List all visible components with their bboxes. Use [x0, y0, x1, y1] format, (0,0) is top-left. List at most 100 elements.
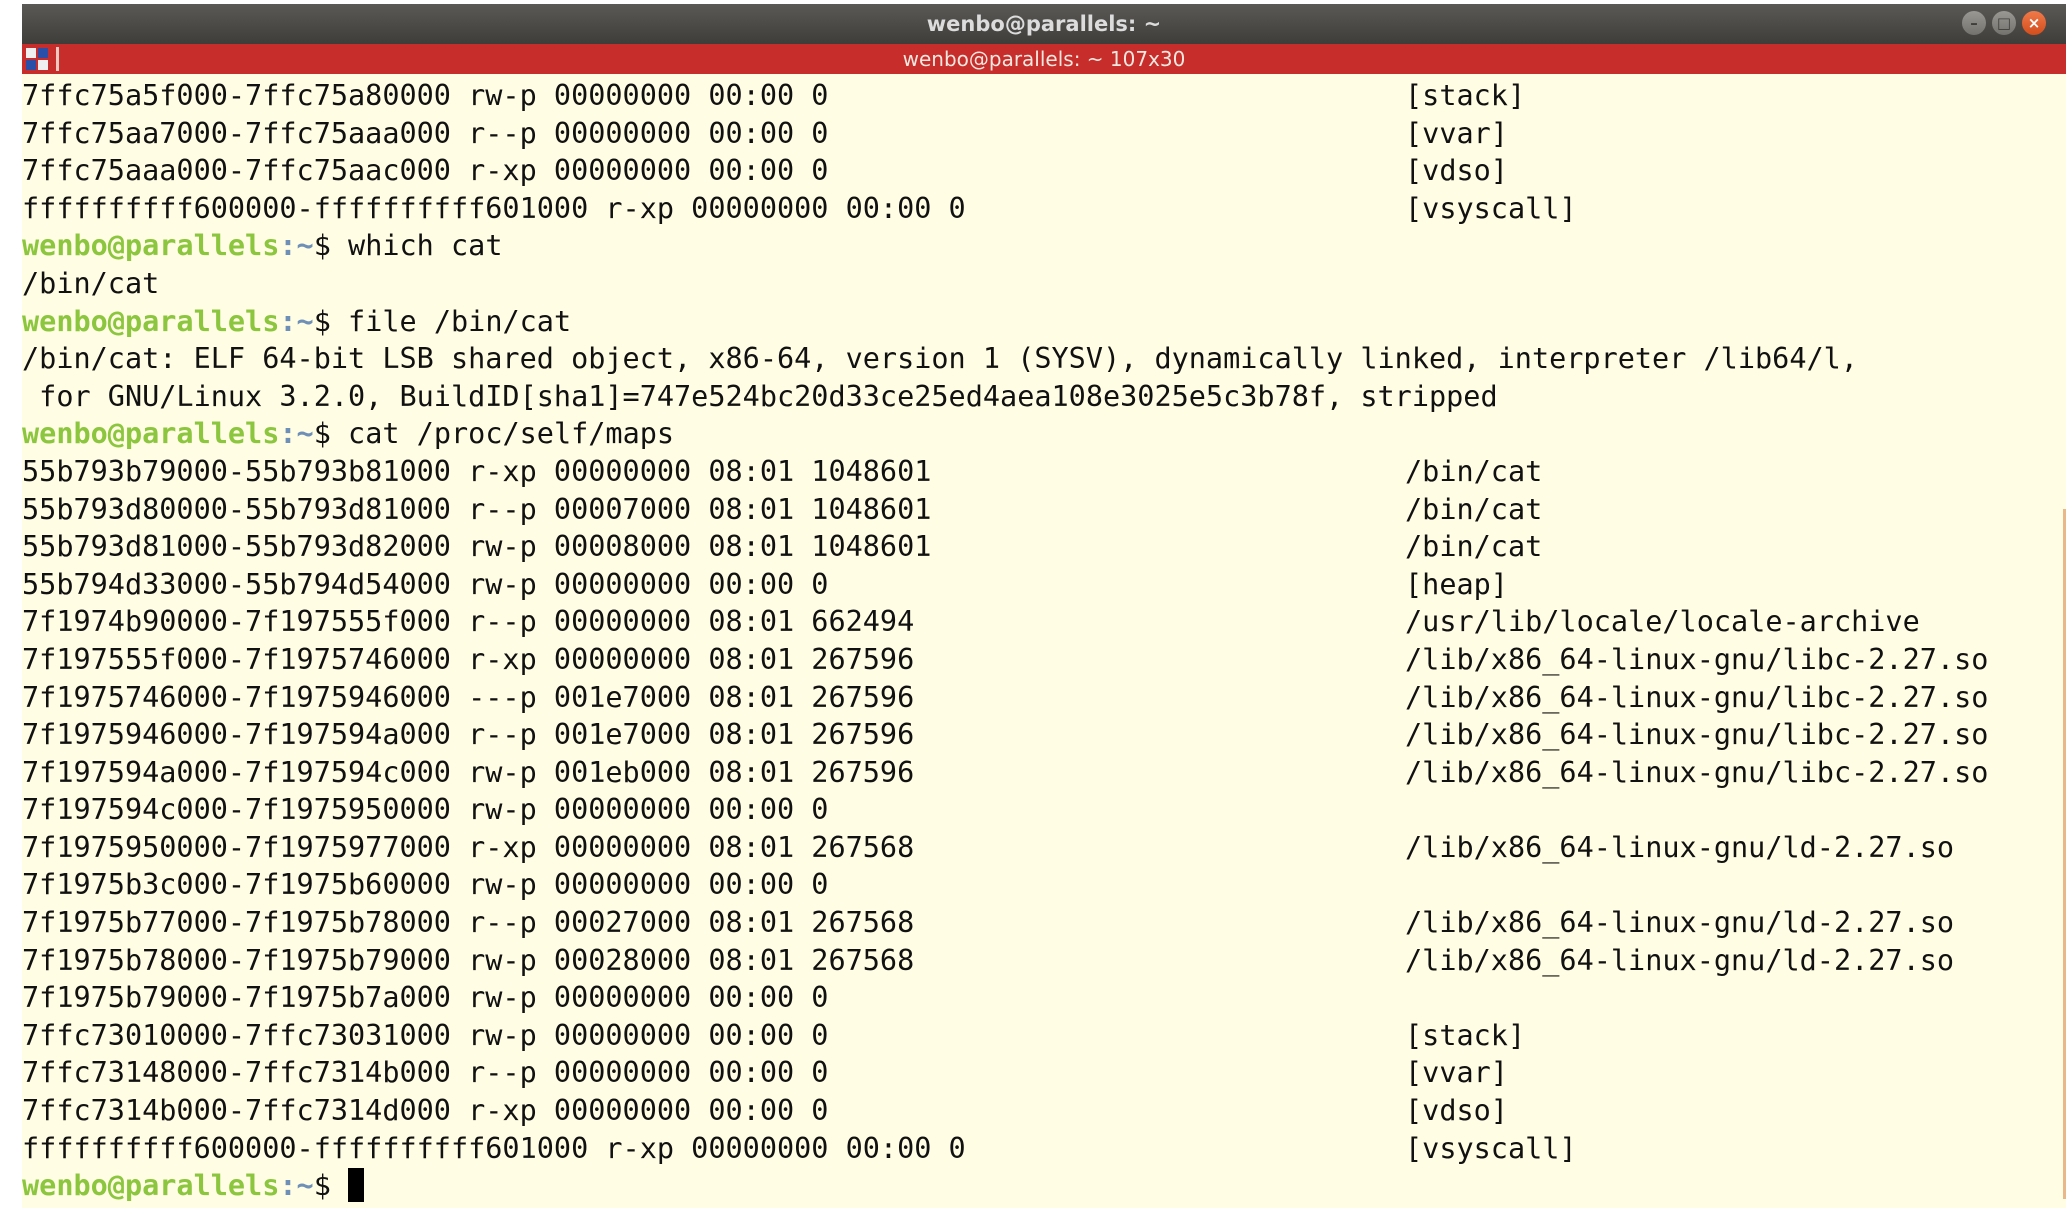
map-pathname: [vvar]: [1405, 116, 1508, 150]
command-text: file /bin/cat: [348, 304, 572, 338]
terminal-tab-bar[interactable]: wenbo@parallels: ~ 107x30: [22, 44, 2066, 74]
command-line: wenbo@parallels:~$ cat /proc/self/maps: [22, 415, 2042, 453]
memory-map-line: 7f197594c000-7f1975950000 rw-p 00000000 …: [22, 791, 2042, 829]
map-pathname: [stack]: [1405, 79, 1526, 112]
prompt-path: :~: [279, 1169, 314, 1203]
maximize-button[interactable]: □: [1992, 11, 2016, 35]
map-pathname: [stack]: [1405, 1018, 1526, 1052]
map-entry: 7ffc73010000-7ffc73031000 rw-p 00000000 …: [22, 1018, 829, 1052]
prompt-user: wenbo@parallels: [22, 417, 280, 451]
map-pathname: [vdso]: [1405, 154, 1508, 188]
memory-map-line: 55b793b79000-55b793b81000 r-xp 00000000 …: [22, 453, 2042, 491]
memory-map-line: 7f197594a000-7f197594c000 rw-p 001eb000 …: [22, 754, 2042, 792]
command-line: wenbo@parallels:~$ file /bin/cat: [22, 303, 2042, 341]
output-line: /bin/cat: [22, 265, 2042, 303]
prompt-path: :~: [279, 304, 314, 338]
memory-map-line: 7f1975746000-7f1975946000 ---p 001e7000 …: [22, 679, 2042, 717]
map-entry: 7ffc7314b000-7ffc7314d000 r-xp 00000000 …: [22, 1094, 829, 1128]
memory-map-line: 7f1975950000-7f1975977000 r-xp 00000000 …: [22, 829, 2042, 867]
terminal-output[interactable]: 7ffc75a5f000-7ffc75a80000 rw-p 00000000 …: [22, 77, 2042, 1208]
close-button[interactable]: ×: [2022, 11, 2046, 35]
map-pathname: /lib/x86_64-linux-gnu/libc-2.27.so: [1405, 680, 1989, 714]
map-pathname: /bin/cat: [1405, 492, 1543, 526]
output-line: for GNU/Linux 3.2.0, BuildID[sha1]=747e5…: [22, 378, 2042, 416]
map-pathname: [heap]: [1405, 567, 1508, 601]
map-pathname: [vsyscall]: [1405, 191, 1577, 225]
map-entry: 7f1975b3c000-7f1975b60000 rw-p 00000000 …: [22, 868, 829, 902]
map-entry: 7f1974b90000-7f197555f000 r--p 00000000 …: [22, 605, 915, 639]
map-pathname: /bin/cat: [1405, 454, 1543, 488]
map-entry: 7f1975b77000-7f1975b78000 r--p 00027000 …: [22, 906, 915, 940]
desktop-margin: [0, 0, 22, 1212]
map-entry: 7f197594a000-7f197594c000 rw-p 001eb000 …: [22, 755, 915, 789]
memory-map-line: 7f1975b3c000-7f1975b60000 rw-p 00000000 …: [22, 866, 2042, 904]
map-pathname: /lib/x86_64-linux-gnu/libc-2.27.so: [1405, 718, 1989, 752]
memory-map-line: 55b793d81000-55b793d82000 rw-p 00008000 …: [22, 528, 2042, 566]
command-text: which cat: [348, 229, 503, 263]
map-pathname: /lib/x86_64-linux-gnu/libc-2.27.so: [1405, 755, 1989, 789]
map-entry: 55b793b79000-55b793b81000 r-xp 00000000 …: [22, 454, 932, 488]
map-entry: 7f197594c000-7f1975950000 rw-p 00000000 …: [22, 793, 829, 827]
map-pathname: [vsyscall]: [1405, 1131, 1577, 1165]
map-entry: 7f1975950000-7f1975977000 r-xp 00000000 …: [22, 830, 915, 864]
map-entry: 7f197555f000-7f1975746000 r-xp 00000000 …: [22, 642, 915, 676]
map-entry: ffffffffff600000-ffffffffff601000 r-xp 0…: [22, 191, 966, 225]
map-entry: 55b793d81000-55b793d82000 rw-p 00008000 …: [22, 530, 932, 564]
output-text: /bin/cat: ELF 64-bit LSB shared object, …: [22, 342, 1858, 376]
text-cursor: [348, 1168, 365, 1203]
map-pathname: /bin/cat: [1405, 530, 1543, 564]
map-pathname: /lib/x86_64-linux-gnu/ld-2.27.so: [1405, 906, 1955, 940]
prompt-path: :~: [279, 229, 314, 263]
map-entry: ffffffffff600000-ffffffffff601000 r-xp 0…: [22, 1131, 966, 1165]
memory-map-line: 7f1975b79000-7f1975b7a000 rw-p 00000000 …: [22, 979, 2042, 1017]
output-text: /bin/cat: [22, 266, 160, 300]
command-line: wenbo@parallels:~$ which cat: [22, 227, 2042, 265]
map-pathname: /lib/x86_64-linux-gnu/ld-2.27.so: [1405, 943, 1955, 977]
memory-map-line: 7f1975b77000-7f1975b78000 r--p 00027000 …: [22, 904, 2042, 942]
memory-map-line: 7ffc75aaa000-7ffc75aac000 r-xp 00000000 …: [22, 152, 2042, 190]
memory-map-line: 55b794d33000-55b794d54000 rw-p 00000000 …: [22, 566, 2042, 604]
memory-map-line: 7f1974b90000-7f197555f000 r--p 00000000 …: [22, 603, 2042, 641]
map-entry: 7f1975946000-7f197594a000 r--p 001e7000 …: [22, 718, 915, 752]
memory-map-line: 7ffc73010000-7ffc73031000 rw-p 00000000 …: [22, 1017, 2042, 1055]
memory-map-line: 7ffc75a5f000-7ffc75a80000 rw-p 00000000 …: [22, 77, 2042, 115]
map-entry: 7ffc75aa7000-7ffc75aaa000 r--p 00000000 …: [22, 116, 829, 150]
current-prompt: wenbo@parallels:~$: [22, 1167, 2042, 1205]
memory-map-line: 55b793d80000-55b793d81000 r--p 00007000 …: [22, 491, 2042, 529]
map-pathname: /usr/lib/locale/locale-archive: [1405, 605, 1920, 639]
command-text: cat /proc/self/maps: [348, 417, 675, 451]
memory-map-line: 7ffc73148000-7ffc7314b000 r--p 00000000 …: [22, 1054, 2042, 1092]
window-controls: – □ ×: [1962, 11, 2046, 35]
map-entry: 7ffc75a5f000-7ffc75a80000 rw-p 00000000 …: [22, 79, 829, 112]
prompt-symbol: $: [313, 417, 349, 451]
memory-map-line: 7f1975b78000-7f1975b79000 rw-p 00028000 …: [22, 942, 2042, 980]
memory-map-line: 7ffc7314b000-7ffc7314d000 r-xp 00000000 …: [22, 1092, 2042, 1130]
map-pathname: [vdso]: [1405, 1094, 1508, 1128]
terminal-menu-icon[interactable]: [26, 48, 48, 70]
map-entry: 55b794d33000-55b794d54000 rw-p 00000000 …: [22, 567, 829, 601]
output-line: /bin/cat: ELF 64-bit LSB shared object, …: [22, 340, 2042, 378]
tab-separator: [56, 47, 59, 71]
map-pathname: [vvar]: [1405, 1056, 1508, 1090]
map-entry: 7f1975b78000-7f1975b79000 rw-p 00028000 …: [22, 943, 915, 977]
terminal-window: wenbo@parallels: ~ – □ × wenbo@parallels…: [22, 4, 2066, 1208]
prompt-path: :~: [279, 417, 314, 451]
tab-title: wenbo@parallels: ~ 107x30: [902, 47, 1186, 71]
prompt-symbol: $: [313, 1169, 349, 1203]
map-entry: 7ffc73148000-7ffc7314b000 r--p 00000000 …: [22, 1056, 829, 1090]
prompt-user: wenbo@parallels: [22, 304, 280, 338]
window-titlebar[interactable]: wenbo@parallels: ~ – □ ×: [22, 4, 2066, 44]
window-title: wenbo@parallels: ~: [926, 12, 1162, 36]
map-entry: 55b793d80000-55b793d81000 r--p 00007000 …: [22, 492, 932, 526]
memory-map-line: 7f1975946000-7f197594a000 r--p 001e7000 …: [22, 716, 2042, 754]
map-entry: 7f1975746000-7f1975946000 ---p 001e7000 …: [22, 680, 915, 714]
prompt-user: wenbo@parallels: [22, 229, 280, 263]
map-entry: 7ffc75aaa000-7ffc75aac000 r-xp 00000000 …: [22, 154, 829, 188]
prompt-symbol: $: [313, 229, 349, 263]
memory-map-line: ffffffffff600000-ffffffffff601000 r-xp 0…: [22, 1130, 2042, 1168]
memory-map-line: 7f197555f000-7f1975746000 r-xp 00000000 …: [22, 641, 2042, 679]
map-entry: 7f1975b79000-7f1975b7a000 rw-p 00000000 …: [22, 981, 829, 1015]
minimize-button[interactable]: –: [1962, 11, 1986, 35]
prompt-user: wenbo@parallels: [22, 1169, 280, 1203]
map-pathname: /lib/x86_64-linux-gnu/ld-2.27.so: [1405, 830, 1955, 864]
